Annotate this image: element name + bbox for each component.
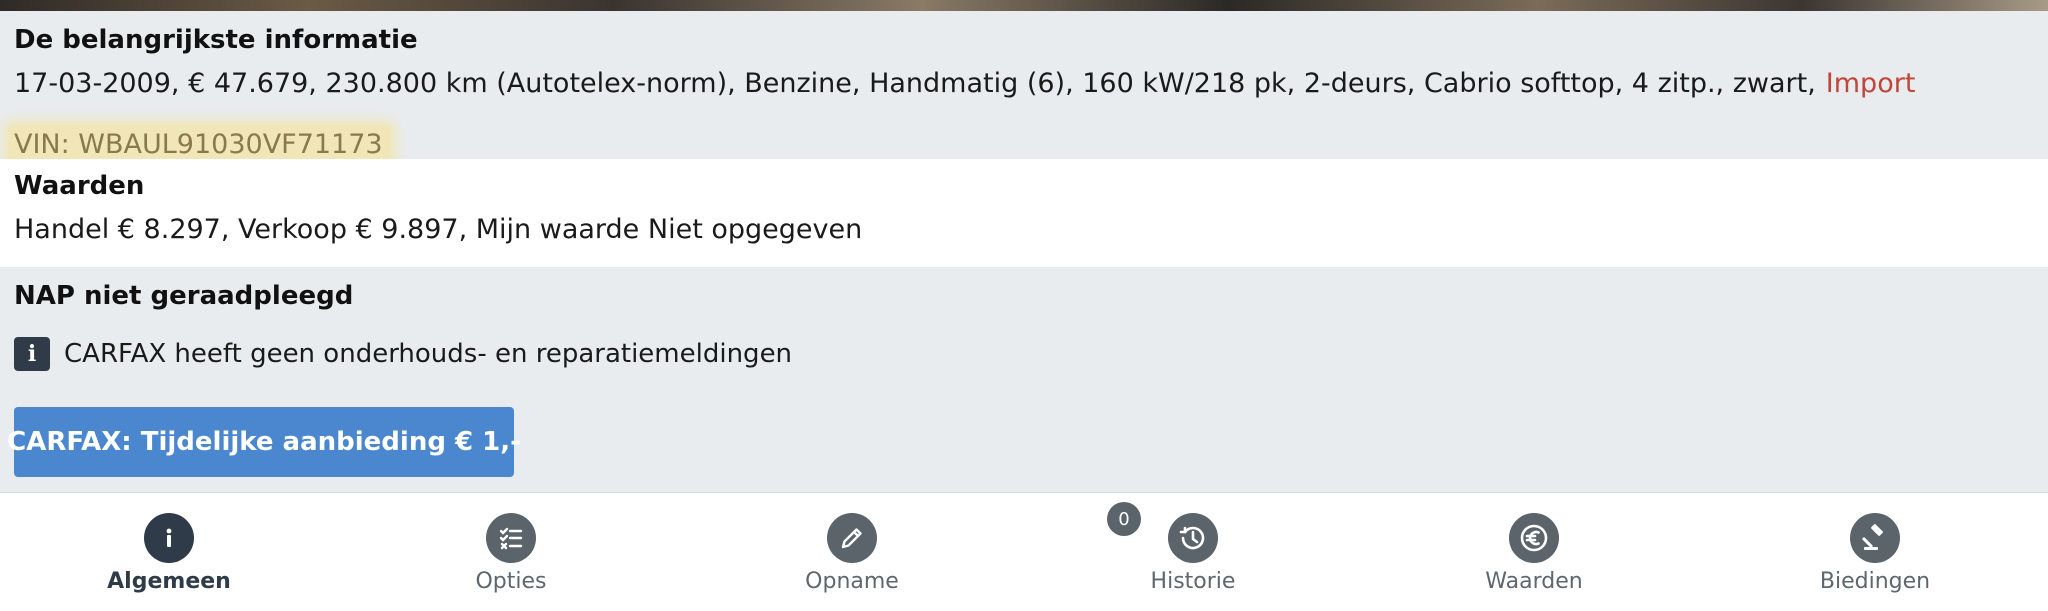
nav-label: Algemeen — [107, 569, 231, 594]
key-info-summary-text: 17-03-2009, € 47.679, 230.800 km (Autote… — [14, 68, 1816, 99]
nav-tab-algemeen[interactable]: Algemeen — [69, 513, 269, 594]
carfax-offer-button[interactable]: CARFAX: Tijdelijke aanbieding € 1,- — [7, 407, 521, 477]
key-info-summary: 17-03-2009, € 47.679, 230.800 km (Autote… — [14, 68, 1915, 99]
euro-icon — [1509, 513, 1559, 563]
bottom-navigation: 0 Algemeen Opties Opname Historie Waarde… — [0, 493, 2048, 611]
nav-label: Waarden — [1485, 569, 1583, 594]
key-info-heading: De belangrijkste informatie — [14, 25, 418, 55]
pencil-icon — [827, 513, 877, 563]
import-link[interactable]: Import — [1826, 68, 1916, 99]
key-info-section: De belangrijkste informatie 17-03-2009, … — [0, 11, 2048, 166]
vehicle-photo-strip — [0, 0, 2048, 11]
history-icon — [1168, 513, 1218, 563]
checklist-icon — [486, 513, 536, 563]
values-summary: Handel € 8.297, Verkoop € 9.897, Mijn wa… — [14, 214, 863, 245]
carfax-note: CARFAX heeft geen onderhouds- en reparat… — [64, 339, 793, 369]
info-icon — [144, 513, 194, 563]
nav-label: Historie — [1150, 569, 1236, 594]
nap-heading: NAP niet geraadpleegd — [14, 281, 354, 311]
values-heading: Waarden — [14, 171, 145, 201]
nav-label: Opties — [475, 569, 547, 594]
nav-tab-historie[interactable]: Historie — [1093, 513, 1293, 594]
info-icon: i — [14, 337, 50, 371]
values-section: Waarden Handel € 8.297, Verkoop € 9.897,… — [0, 159, 2048, 267]
nav-tab-waarden[interactable]: Waarden — [1434, 513, 1634, 594]
nav-label: Biedingen — [1819, 569, 1931, 594]
nap-section: NAP niet geraadpleegd i CARFAX heeft gee… — [0, 267, 2048, 493]
nav-tab-opties[interactable]: Opties — [411, 513, 611, 594]
nav-tab-biedingen[interactable]: Biedingen — [1775, 513, 1975, 594]
nav-tab-opname[interactable]: Opname — [752, 513, 952, 594]
gavel-icon — [1850, 513, 1900, 563]
nav-label: Opname — [805, 569, 899, 594]
